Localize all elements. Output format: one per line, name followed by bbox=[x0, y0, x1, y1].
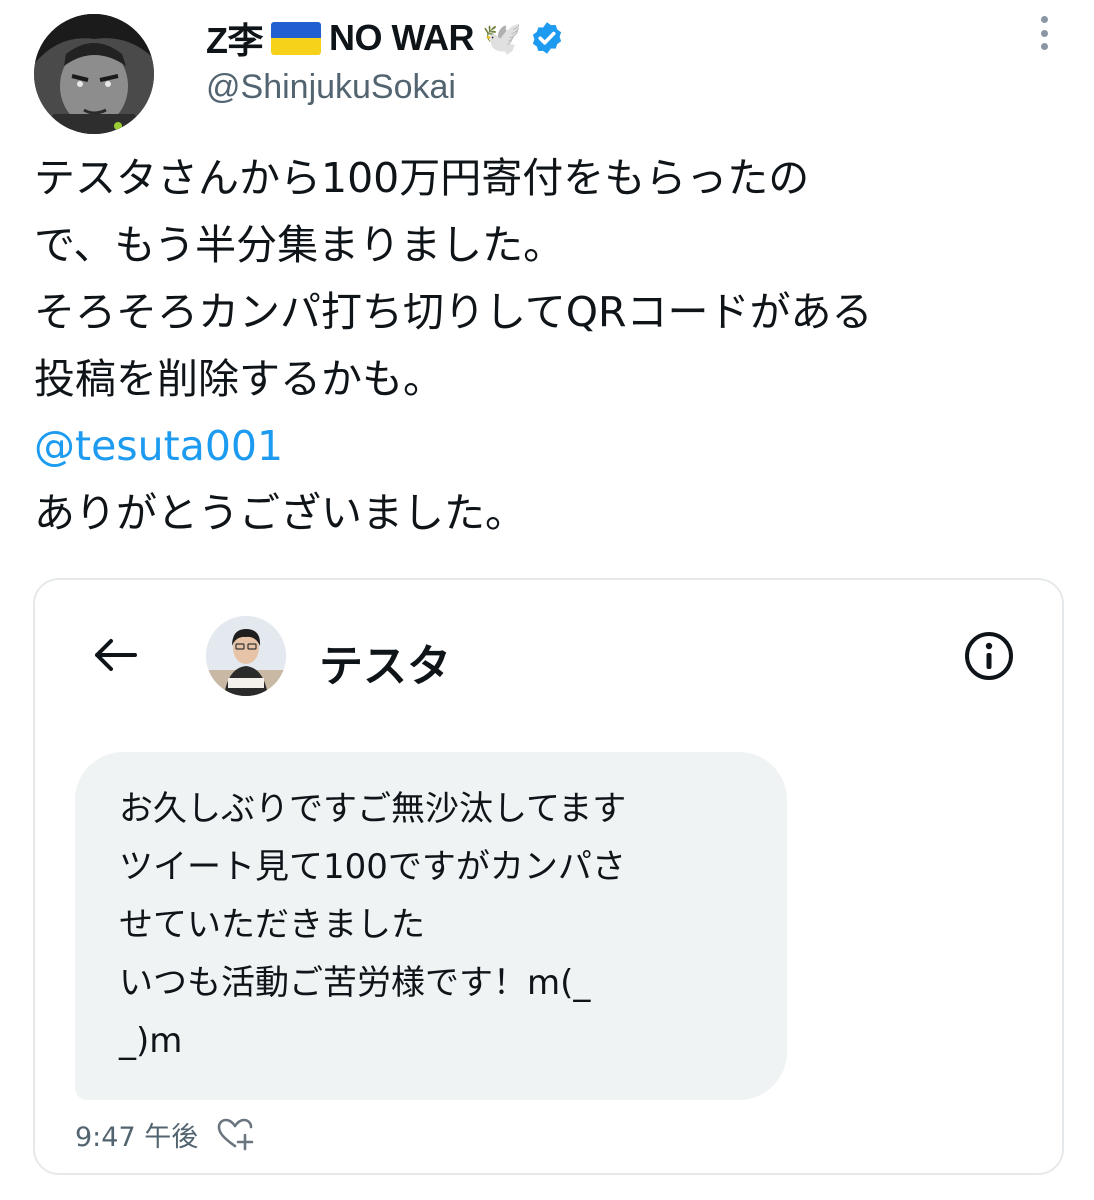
tweet-text-line: 投稿を削除するかも。 bbox=[34, 355, 444, 403]
message-line: ツイート見て100ですがカンパさ bbox=[119, 847, 626, 887]
author-handle[interactable]: @ShinjukuSokai bbox=[206, 68, 456, 107]
dove-icon: 🕊️ bbox=[482, 20, 522, 56]
message-timestamp: 9:47 午後 bbox=[75, 1121, 199, 1153]
contact-avatar-image bbox=[206, 616, 286, 696]
message-meta: 9:47 午後 bbox=[75, 1114, 254, 1154]
tweet-text-line: で、もう半分集まりました。 bbox=[34, 221, 565, 269]
contact-avatar[interactable] bbox=[206, 616, 286, 696]
message-text: お久しぶりですご無沙汰してます ツイート見て100ですがカンパさ せていただきま… bbox=[119, 780, 626, 1070]
tweet-text-line: テスタさんから100万円寄付をもらったの bbox=[34, 154, 810, 202]
message-line: _)m bbox=[119, 1021, 183, 1061]
attached-dm-screenshot[interactable]: テスタ お久しぶりですご無沙汰してます ツイート見て100ですがカンパさ せてい… bbox=[33, 578, 1064, 1175]
author-avatar[interactable] bbox=[34, 14, 154, 134]
mention-link[interactable]: @tesuta001 bbox=[34, 413, 1074, 480]
heart-plus-icon[interactable] bbox=[216, 1117, 254, 1151]
author-name-suffix: NO WAR bbox=[329, 17, 475, 58]
ukraine-flag-icon bbox=[271, 21, 321, 55]
tweet-text: テスタさんから100万円寄付をもらったの で、もう半分集まりました。 そろそろカ… bbox=[34, 145, 1074, 547]
message-line: せていただきました bbox=[119, 905, 425, 945]
author-name: Z李 bbox=[206, 20, 264, 61]
back-arrow-icon[interactable] bbox=[93, 638, 137, 672]
author-avatar-image bbox=[34, 14, 154, 134]
message-line: お久しぶりですご無沙汰してます bbox=[119, 789, 627, 829]
tweet-text-line: そろそろカンパ打ち切りしてQRコードがある bbox=[34, 288, 873, 336]
message-line: いつも活動ご苦労様です！m(_ bbox=[119, 963, 591, 1003]
tweet-closing-text: ありがとうございました。 bbox=[34, 489, 526, 537]
info-icon[interactable] bbox=[963, 630, 1015, 682]
contact-name: テスタ bbox=[319, 642, 451, 691]
author-name-row[interactable]: Z李 NO WAR 🕊️ bbox=[206, 12, 565, 64]
more-vertical-icon[interactable] bbox=[1028, 16, 1060, 50]
verified-badge-icon bbox=[533, 22, 562, 54]
message-bubble[interactable]: お久しぶりですご無沙汰してます ツイート見て100ですがカンパさ せていただきま… bbox=[75, 752, 787, 1100]
